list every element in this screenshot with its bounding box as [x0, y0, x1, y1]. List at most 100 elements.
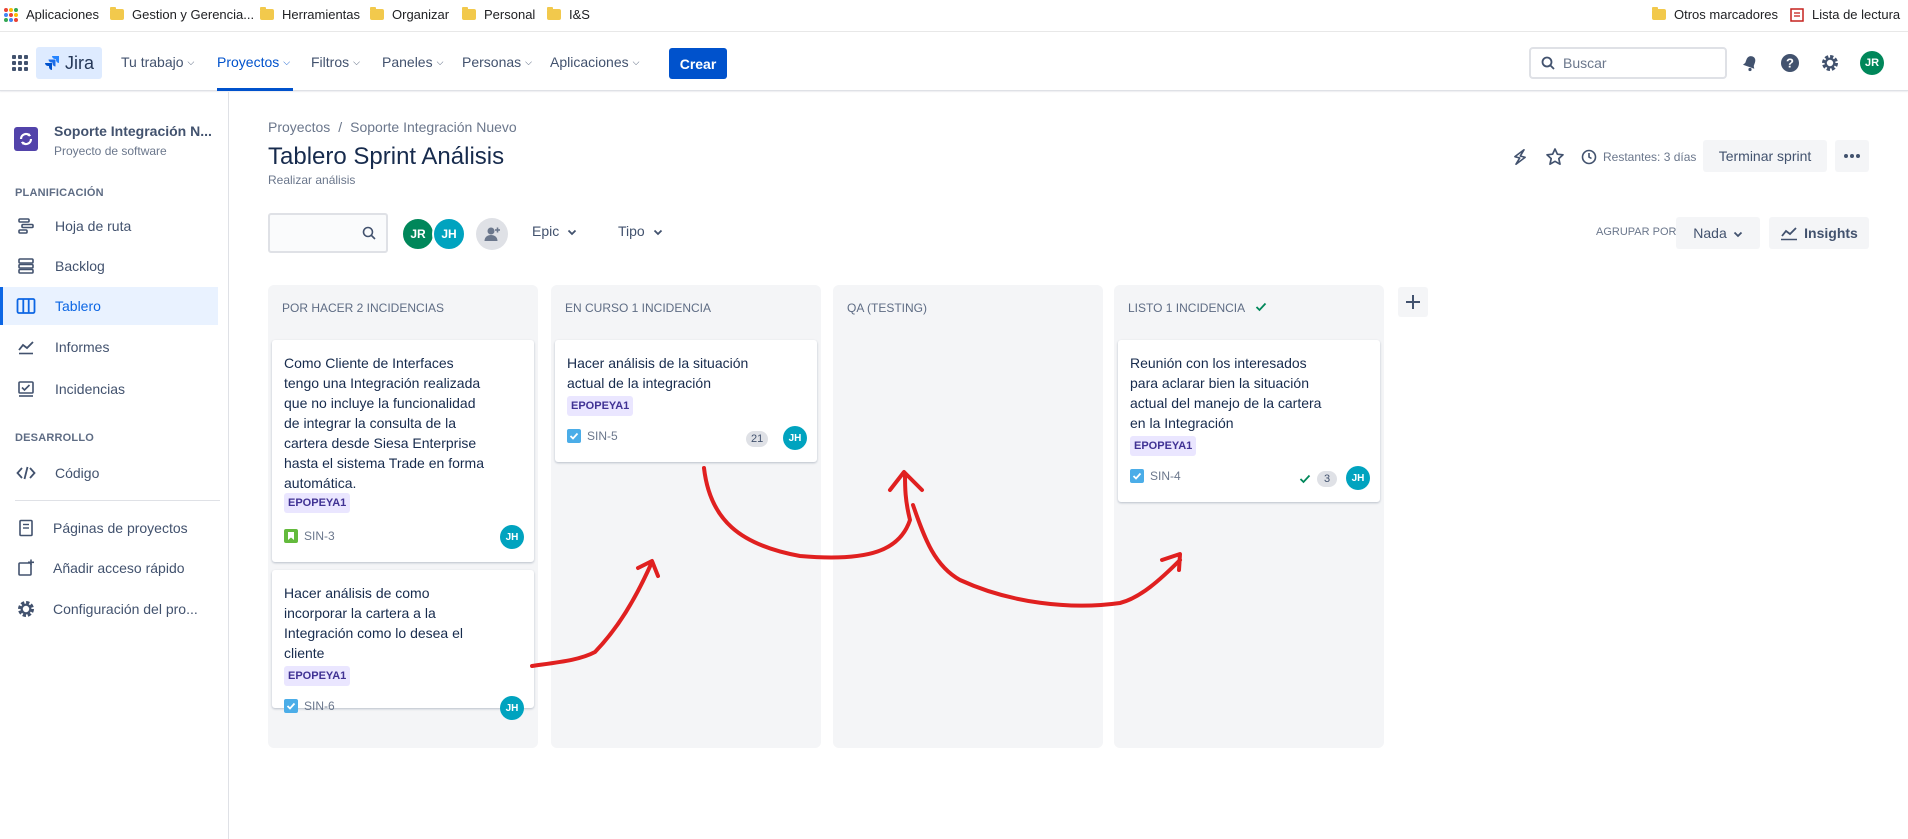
issue-card-sin-5[interactable]: Hacer análisis de la situación actual de… [555, 340, 817, 462]
project-type: Proyecto de software [54, 144, 167, 158]
breadcrumb-link[interactable]: Soporte Integración Nuevo [350, 119, 517, 135]
bookmark-label: Organizar [392, 7, 450, 22]
search-input[interactable]: Buscar [1529, 47, 1727, 79]
epic-lozenge[interactable]: EPOPEYA1 [567, 396, 634, 416]
nav-filtros[interactable]: Filtros ⌵ [311, 54, 360, 70]
create-button[interactable]: Crear [669, 48, 727, 79]
sidebar-item-roadmap[interactable]: Hoja de ruta [0, 207, 218, 245]
epic-filter-dropdown[interactable]: Epic [532, 223, 577, 239]
epic-lozenge[interactable]: EPOPEYA1 [284, 666, 351, 686]
sidebar-item-add-shortcut[interactable]: Añadir acceso rápido [0, 549, 218, 587]
search-icon [1541, 56, 1555, 70]
nav-proyectos[interactable]: Proyectos ⌵ [217, 54, 290, 70]
bookmark-label: Aplicaciones [26, 7, 99, 22]
epic-lozenge[interactable]: EPOPEYA1 [1130, 436, 1197, 456]
summary-line: Hacer análisis de la situación [567, 355, 749, 371]
nav-aplicaciones[interactable]: Aplicaciones ⌵ [550, 54, 639, 70]
bookmark-folder[interactable]: Herramientas [260, 7, 360, 22]
bookmark-folder[interactable]: I&S [547, 7, 590, 22]
issue-key[interactable]: SIN-5 [567, 429, 618, 443]
help-icon[interactable]: ? [1779, 52, 1801, 74]
board-search-input[interactable] [268, 213, 388, 253]
avatar-filter-jr[interactable]: JR [401, 217, 435, 251]
sidebar-item-reports[interactable]: Informes [0, 328, 218, 366]
automation-bolt-icon[interactable] [1509, 146, 1531, 168]
project-name[interactable]: Soporte Integración N... [54, 123, 212, 139]
assignee-avatar[interactable]: JH [500, 696, 524, 720]
nav-paneles[interactable]: Paneles ⌵ [382, 54, 443, 70]
sidebar-item-board[interactable]: Tablero [0, 287, 218, 325]
sidebar-item-project-pages[interactable]: Páginas de proyectos [0, 509, 218, 547]
sidebar-item-label: Backlog [55, 258, 105, 274]
remaining-days: Restantes: 3 días [1603, 150, 1697, 164]
story-icon [284, 529, 298, 543]
issues-icon [16, 379, 36, 399]
bookmark-other[interactable]: Otros marcadores [1652, 7, 1778, 22]
summary-line: cliente [284, 645, 325, 661]
breadcrumb: Proyectos / Soporte Integración Nuevo [268, 119, 517, 135]
bookmark-folder[interactable]: Organizar [370, 7, 449, 22]
bookmark-folder[interactable]: Personal [462, 7, 535, 22]
summary-line: en la Integración [1130, 415, 1234, 431]
summary-line: Como Cliente de Interfaces [284, 355, 454, 371]
group-by-dropdown[interactable]: Nada [1676, 217, 1760, 249]
end-sprint-button[interactable]: Terminar sprint [1703, 140, 1827, 172]
code-icon [16, 463, 36, 483]
notifications-icon[interactable] [1739, 52, 1761, 74]
sidebar-item-issues[interactable]: Incidencias [0, 370, 218, 408]
sidebar-item-label: Configuración del pro... [53, 601, 198, 617]
assignee-avatar[interactable]: JH [783, 426, 807, 450]
issue-card-sin-6[interactable]: Hacer análisis de como incorporar la car… [272, 570, 534, 720]
issue-key[interactable]: SIN-4 [1130, 469, 1181, 483]
sidebar-item-label: Tablero [55, 298, 101, 314]
add-shortcut-icon [16, 558, 36, 578]
column-title-text: POR HACER 2 INCIDENCIAS [282, 301, 445, 315]
issue-key[interactable]: SIN-6 [284, 699, 335, 713]
nav-label: Personas [462, 54, 522, 70]
assignee-avatar[interactable]: JH [1346, 466, 1370, 490]
add-column-button[interactable] [1398, 287, 1428, 317]
issue-key-text: SIN-3 [304, 529, 335, 543]
breadcrumb-link[interactable]: Proyectos [268, 119, 330, 135]
epic-lozenge[interactable]: EPOPEYA1 [284, 493, 351, 513]
summary-line: automática. [284, 475, 357, 491]
type-filter-dropdown[interactable]: Tipo [618, 223, 663, 239]
summary-line: actual del manejo de la cartera [1130, 395, 1322, 411]
sidebar-item-label: Añadir acceso rápido [53, 560, 185, 576]
nav-label: Filtros [311, 54, 350, 70]
insights-label: Insights [1804, 225, 1858, 241]
sidebar-item-project-settings[interactable]: Configuración del pro... [0, 590, 218, 628]
jira-logo[interactable]: Jira [36, 47, 103, 79]
app-switcher-icon[interactable] [12, 55, 28, 71]
sidebar-item-backlog[interactable]: Backlog [0, 247, 218, 285]
add-people-button[interactable] [476, 218, 508, 250]
insights-button[interactable]: Insights [1769, 217, 1869, 249]
card-summary: Reunión con los interesados para aclarar… [1130, 353, 1345, 433]
star-icon[interactable] [1544, 146, 1566, 168]
bookmark-label: Gestion y Gerencia... [132, 7, 255, 22]
issue-key[interactable]: SIN-3 [284, 529, 335, 543]
story-points-badge: 21 [746, 431, 769, 447]
folder-icon [110, 7, 124, 20]
more-actions-button[interactable] [1835, 140, 1869, 172]
nav-personas[interactable]: Personas ⌵ [462, 54, 532, 70]
issue-key-text: SIN-5 [587, 429, 618, 443]
issue-card-sin-3[interactable]: Como Cliente de Interfaces tengo una Int… [272, 340, 534, 562]
bookmark-folder[interactable]: Gestion y Gerencia... [110, 7, 254, 22]
issue-card-sin-4[interactable]: Reunión con los interesados para aclarar… [1118, 340, 1380, 502]
user-avatar[interactable]: JR [1860, 51, 1884, 75]
apps-grid-icon [4, 7, 18, 22]
assignee-avatar[interactable]: JH [500, 525, 524, 549]
column-title: EN CURSO 1 INCIDENCIA [565, 301, 711, 315]
folder-icon [547, 7, 561, 20]
bookmark-reading-list[interactable]: Lista de lectura [1790, 7, 1900, 22]
avatar-filter-jh[interactable]: JH [432, 217, 466, 251]
board-icon [16, 296, 36, 316]
settings-gear-icon[interactable] [1819, 52, 1841, 74]
sidebar-item-code[interactable]: Código [0, 454, 218, 492]
chevron-down-icon: ⌵ [283, 56, 291, 67]
search-icon [362, 226, 376, 245]
bookmark-apps[interactable]: Aplicaciones [4, 7, 99, 22]
nav-tu-trabajo[interactable]: Tu trabajo ⌵ [121, 54, 194, 70]
folder-icon [370, 7, 384, 20]
